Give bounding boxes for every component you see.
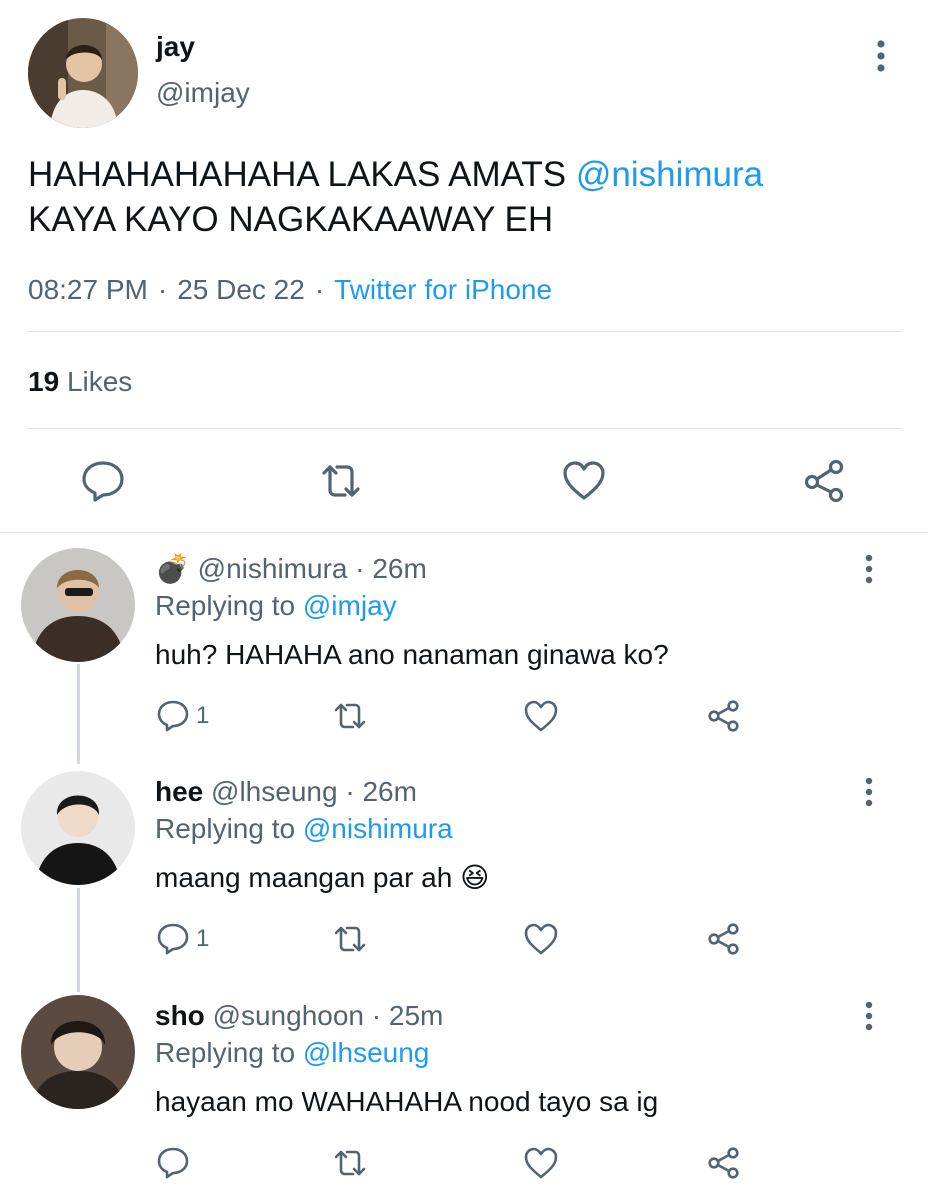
reply-header: sho @sunghoon · 25m <box>155 999 443 1033</box>
reply-age: 26m <box>362 776 417 807</box>
retweet-icon[interactable] <box>332 922 368 956</box>
reply-author-name[interactable]: sho <box>155 1000 205 1031</box>
reply-action[interactable] <box>156 1146 196 1180</box>
more-options-icon[interactable] <box>856 776 882 808</box>
reply-action[interactable]: 1 <box>156 922 209 956</box>
divider <box>28 331 902 332</box>
reply-handle[interactable]: @sunghoon <box>213 1000 364 1031</box>
replying-to-link[interactable]: @lhseung <box>303 1037 430 1068</box>
reply-action[interactable]: 1 <box>156 699 209 733</box>
retweet-icon[interactable] <box>332 1146 368 1180</box>
likes-label: Likes <box>66 366 133 397</box>
share-icon[interactable] <box>706 922 742 956</box>
tweet-source-link[interactable]: Twitter for iPhone <box>334 274 552 305</box>
thread-line <box>77 664 80 764</box>
reply-avatar[interactable] <box>21 995 135 1109</box>
reply-avatar[interactable] <box>21 548 135 662</box>
tweet-meta: 08:27 PM · 25 Dec 22 · Twitter for iPhone <box>28 272 552 308</box>
reply-handle[interactable]: @lhseung <box>211 776 338 807</box>
reply-icon[interactable] <box>156 699 190 733</box>
tweet-text-part: KAYA KAYO NAGKAKAAWAY EH <box>28 200 554 239</box>
main-author-handle[interactable]: @imjay <box>156 76 250 110</box>
meta-separator: · <box>157 274 168 305</box>
reply-count: 1 <box>196 702 210 729</box>
replying-to: Replying to @lhseung <box>155 1036 429 1070</box>
reply-icon[interactable] <box>80 458 126 504</box>
main-avatar[interactable] <box>28 18 138 128</box>
replying-to: Replying to @nishimura <box>155 812 453 846</box>
more-options-icon[interactable] <box>856 1000 882 1032</box>
meta-separator: · <box>314 274 325 305</box>
tweet-text: HAHAHAHAHAHA LAKAS AMATS @nishimura KAYA… <box>28 152 908 242</box>
reply-avatar[interactable] <box>21 771 135 885</box>
tweet-date: 25 Dec 22 <box>177 274 305 305</box>
retweet-icon[interactable] <box>332 699 368 733</box>
replying-label: Replying to <box>155 813 296 844</box>
reply-text: maang maangan par ah 😆 <box>155 862 490 893</box>
share-icon[interactable] <box>706 699 742 733</box>
like-icon[interactable] <box>523 1146 559 1180</box>
meta-separator: · <box>345 776 355 807</box>
like-icon[interactable] <box>561 458 607 504</box>
reply-header: 💣 @nishimura · 26m <box>155 552 427 586</box>
reply-text: huh? HAHAHA ano nanaman ginawa ko? <box>155 639 669 670</box>
replying-to: Replying to @imjay <box>155 589 397 623</box>
replying-label: Replying to <box>155 1037 296 1068</box>
tweet-text-part: HAHAHAHAHAHA LAKAS AMATS <box>28 155 576 194</box>
tweet-mention-link[interactable]: @nishimura <box>576 155 763 194</box>
section-divider <box>0 532 928 533</box>
divider <box>28 428 902 429</box>
meta-separator: · <box>355 553 365 584</box>
reply-age: 26m <box>372 553 427 584</box>
retweet-icon[interactable] <box>318 458 364 504</box>
thread-line <box>77 888 80 992</box>
reply-count: 1 <box>196 925 210 952</box>
reply-icon[interactable] <box>156 922 190 956</box>
more-options-icon[interactable] <box>866 38 896 74</box>
reply-text: hayaan mo WAHAHAHA nood tayo sa ig <box>155 1086 659 1117</box>
reply-age: 25m <box>388 1000 444 1031</box>
reply-icon[interactable] <box>156 1146 190 1180</box>
likes-count: 19 <box>28 366 60 397</box>
bomb-emoji-icon: 💣 <box>155 553 190 584</box>
reply-header: hee @lhseung · 26m <box>155 775 417 809</box>
likes-summary[interactable]: 19 Likes <box>28 364 132 400</box>
tweet-time: 08:27 PM <box>28 274 148 305</box>
reply-author-name[interactable]: hee <box>155 776 203 807</box>
meta-separator: · <box>371 1000 382 1031</box>
share-icon[interactable] <box>706 1146 742 1180</box>
replying-label: Replying to <box>155 590 296 621</box>
like-icon[interactable] <box>523 922 559 956</box>
main-author-name[interactable]: jay <box>156 30 195 64</box>
replying-to-link[interactable]: @imjay <box>303 590 397 621</box>
more-options-icon[interactable] <box>856 553 882 585</box>
replying-to-link[interactable]: @nishimura <box>303 813 453 844</box>
like-icon[interactable] <box>523 699 559 733</box>
reply-handle[interactable]: @nishimura <box>198 553 348 584</box>
share-icon[interactable] <box>802 458 848 504</box>
